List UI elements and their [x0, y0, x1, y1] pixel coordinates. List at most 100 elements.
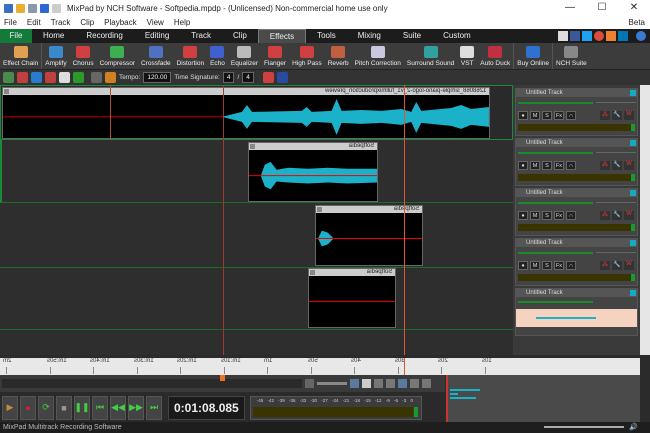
google-plus-icon[interactable]	[594, 31, 604, 41]
scroll-track[interactable]	[2, 379, 302, 388]
menu-file[interactable]: File	[4, 18, 17, 27]
tab-editing[interactable]: Editing	[134, 29, 180, 43]
clip-close-icon[interactable]	[310, 270, 315, 275]
track-name[interactable]: Untitled Track	[526, 140, 563, 146]
effect-button-reverb[interactable]: Reverb	[325, 43, 352, 69]
track-color-icon[interactable]	[630, 190, 636, 196]
pan-slider[interactable]	[596, 252, 636, 253]
track-control[interactable]: Untitled Track ●MSFx∩ ⁂🔧W	[515, 88, 638, 136]
envelope-icon[interactable]: W	[624, 261, 634, 270]
project-overview[interactable]	[446, 375, 640, 422]
effect-button-echo[interactable]: Echo	[207, 43, 228, 69]
loop-button[interactable]: ⟳	[38, 396, 54, 420]
track-btn-headphones[interactable]: ∩	[566, 111, 576, 120]
audio-clip[interactable]: 1268068_simple-piano-logo-2_v1_fullmixpr…	[2, 87, 490, 139]
pan-slider[interactable]	[596, 102, 636, 103]
record-button[interactable]: ●	[20, 396, 36, 420]
track-btn-solo[interactable]: S	[542, 161, 552, 170]
track-btn-record[interactable]: ●	[518, 111, 528, 120]
effects-icon[interactable]: ⁂	[600, 111, 610, 120]
time-ruler[interactable]: 2m1m:50s1m:40s1m:30s1m:20s1m:10s1m50s40s…	[0, 358, 640, 375]
track-btn-solo[interactable]: S	[542, 211, 552, 220]
track-control[interactable]: Untitled Track ●MSFx∩ ⁂🔧W	[515, 188, 638, 236]
track-name[interactable]: Untitled Track	[526, 190, 563, 196]
effect-button-pitch-correction[interactable]: Pitch Correction	[352, 43, 404, 69]
track-btn-mute[interactable]: M	[530, 211, 540, 220]
effect-button-effect-chain[interactable]: Effect Chain	[0, 43, 42, 69]
audio-clip[interactable]: Softpedia	[315, 205, 423, 266]
track-color-icon[interactable]	[630, 240, 636, 246]
effect-button-nch-suite[interactable]: NCH Suite	[553, 43, 590, 69]
twitter-icon[interactable]	[582, 31, 592, 41]
rewind-button[interactable]: ◀◀	[110, 396, 126, 420]
track-btn-fx[interactable]: Fx	[554, 161, 564, 170]
tab-effects[interactable]: Effects	[258, 29, 306, 43]
speaker-icon[interactable]: 🔊	[629, 422, 638, 433]
tab-suite[interactable]: Suite	[392, 29, 432, 43]
effect-button-auto-duck[interactable]: Auto Duck	[477, 43, 514, 69]
pan-slider[interactable]	[596, 152, 636, 153]
menu-clip[interactable]: Clip	[80, 18, 94, 27]
wrench-icon[interactable]: 🔧	[612, 111, 622, 120]
volume-slider[interactable]	[518, 202, 593, 204]
track-btn-headphones[interactable]: ∩	[566, 261, 576, 270]
tab-file[interactable]: File	[0, 29, 32, 43]
track-row[interactable]: 1268068_simple-piano-logo-2_v1_fullmixpr…	[0, 85, 513, 140]
open-icon[interactable]	[16, 4, 25, 13]
audio-clip[interactable]: Softpedia	[308, 268, 396, 328]
volume-slider[interactable]	[518, 152, 593, 154]
tempo-input[interactable]: 120.00	[143, 72, 171, 83]
track-btn-mute[interactable]: M	[530, 161, 540, 170]
minimize-button[interactable]: —	[554, 0, 586, 16]
zoom-slider[interactable]	[317, 382, 347, 385]
delete-icon[interactable]	[45, 72, 56, 83]
track-color-icon[interactable]	[630, 290, 636, 296]
zoom-out-icon[interactable]	[305, 379, 314, 388]
tab-mixing[interactable]: Mixing	[347, 29, 392, 43]
track-name[interactable]: Untitled Track	[526, 90, 563, 96]
track-btn-fx[interactable]: Fx	[554, 261, 564, 270]
envelope-icon[interactable]: W	[624, 211, 634, 220]
playhead-marker[interactable]	[220, 375, 225, 381]
zoom-fit-icon[interactable]	[362, 379, 371, 388]
tab-home[interactable]: Home	[32, 29, 75, 43]
track-control[interactable]: Untitled Track ●MSFx∩ ⁂🔧W	[515, 238, 638, 286]
track-btn-fx[interactable]: Fx	[554, 111, 564, 120]
tab-clip[interactable]: Clip	[222, 29, 258, 43]
time-signature-numerator[interactable]: 4	[223, 72, 235, 83]
redo-icon[interactable]	[52, 4, 61, 13]
undo-icon[interactable]	[40, 4, 49, 13]
track-btn-record[interactable]: ●	[518, 211, 528, 220]
menu-edit[interactable]: Edit	[27, 18, 41, 27]
tab-tools[interactable]: Tools	[306, 29, 347, 43]
clip-close-icon[interactable]	[317, 207, 322, 212]
track-btn-solo[interactable]: S	[542, 261, 552, 270]
audio-clip[interactable]: Softpedia	[248, 142, 378, 202]
add-track-icon[interactable]	[3, 72, 14, 83]
effect-button-buy-online[interactable]: Buy Online	[514, 43, 553, 69]
effect-button-high-pass[interactable]: High Pass	[289, 43, 325, 69]
effects-icon[interactable]: ⁂	[600, 261, 610, 270]
snap-icon[interactable]	[263, 72, 274, 83]
pause-button[interactable]: ❚❚	[74, 396, 90, 420]
pan-slider[interactable]	[596, 202, 636, 203]
track-row[interactable]: Softpedia	[0, 203, 513, 268]
vertical-zoom-out-icon[interactable]	[422, 379, 431, 388]
zoom-clip-icon[interactable]	[386, 379, 395, 388]
track-btn-record[interactable]: ●	[518, 261, 528, 270]
envelope-icon[interactable]: W	[624, 111, 634, 120]
menu-track[interactable]: Track	[51, 18, 71, 27]
marker-icon[interactable]	[73, 72, 84, 83]
effect-button-distortion[interactable]: Distortion	[174, 43, 207, 69]
track-name[interactable]: Untitled Track	[526, 240, 563, 246]
effects-icon[interactable]: ⁂	[600, 211, 610, 220]
grid-icon[interactable]	[277, 72, 288, 83]
play-button[interactable]: ▶	[2, 396, 18, 420]
tempo-icon[interactable]	[105, 72, 116, 83]
master-volume-slider[interactable]	[544, 426, 624, 428]
effect-button-vst[interactable]: VST	[457, 43, 477, 69]
effect-button-flanger[interactable]: Flanger	[261, 43, 289, 69]
track-row[interactable]: Softpedia	[0, 268, 513, 330]
zoom-track-icon[interactable]	[398, 379, 407, 388]
tab-custom[interactable]: Custom	[432, 29, 482, 43]
